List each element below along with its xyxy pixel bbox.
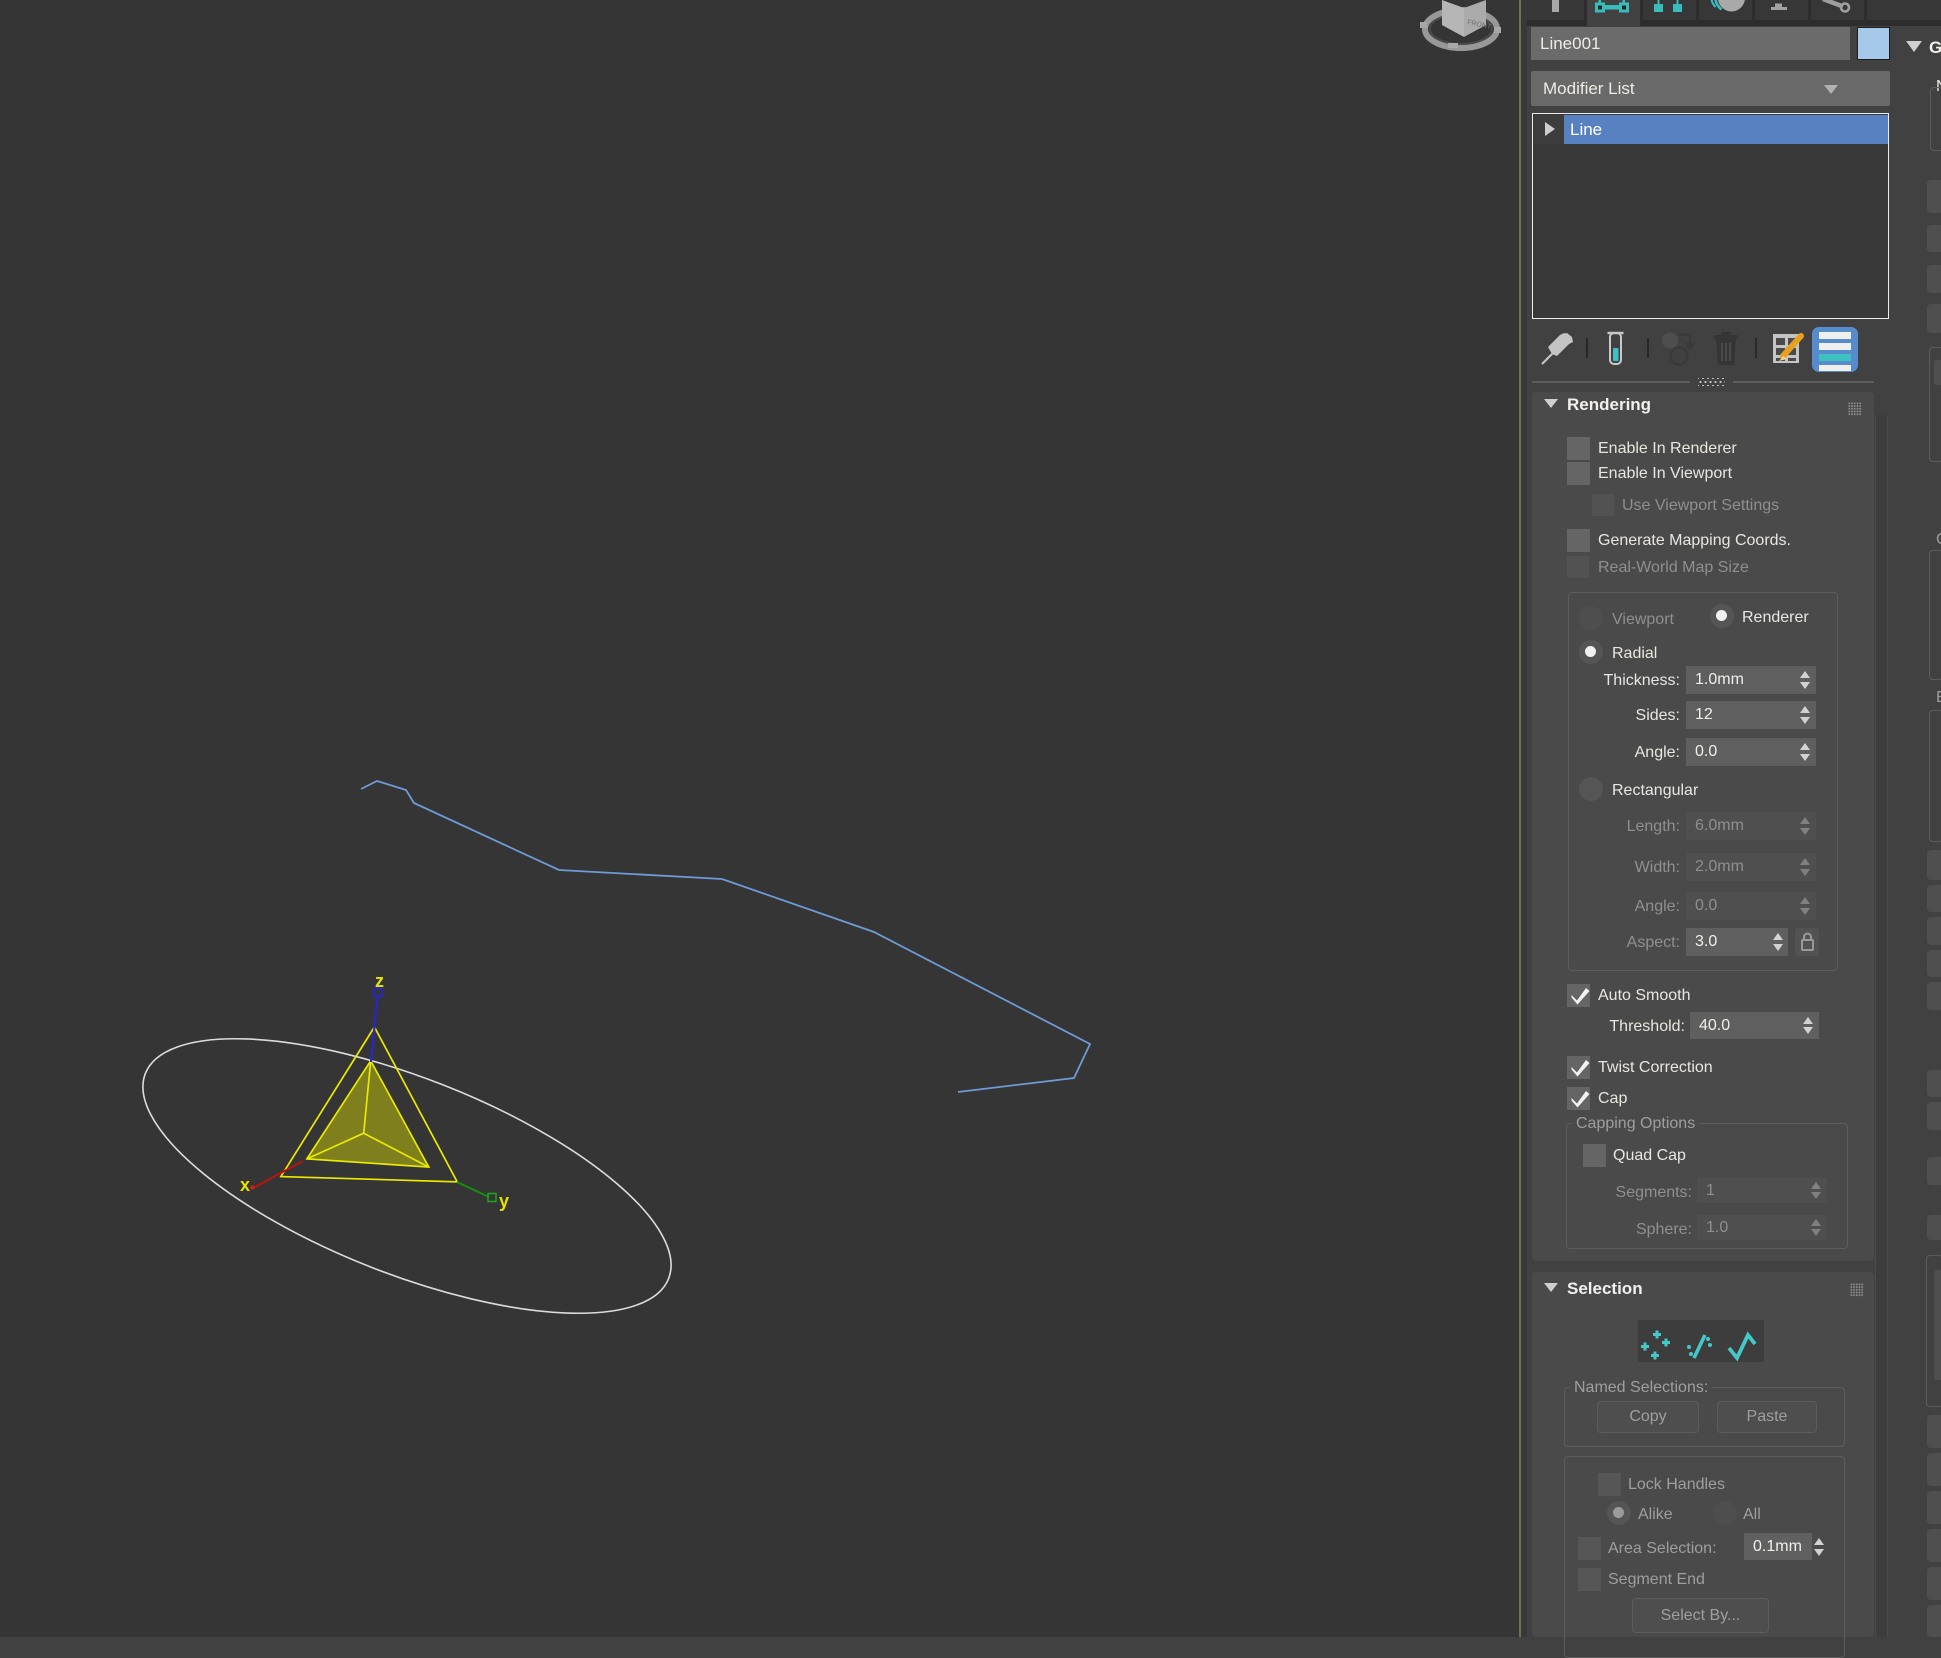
svg-text:y: y: [499, 1191, 509, 1211]
svg-text:z: z: [375, 971, 384, 991]
svg-text:x: x: [240, 1175, 250, 1195]
